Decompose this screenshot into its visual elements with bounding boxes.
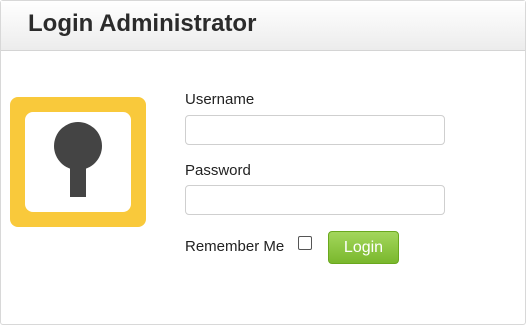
remember-me-checkbox[interactable]: [298, 236, 312, 250]
login-panel: Login Administrator Username Password Re…: [0, 0, 526, 325]
username-input[interactable]: [185, 115, 445, 145]
password-input[interactable]: [185, 185, 445, 215]
remember-me-label: Remember Me: [185, 238, 285, 255]
panel-header: Login Administrator: [1, 1, 525, 51]
password-label: Password: [185, 162, 251, 179]
keyhole-icon: [10, 97, 146, 227]
username-label: Username: [185, 91, 255, 108]
page-title: Login Administrator: [28, 10, 257, 37]
login-button[interactable]: Login: [328, 231, 399, 264]
